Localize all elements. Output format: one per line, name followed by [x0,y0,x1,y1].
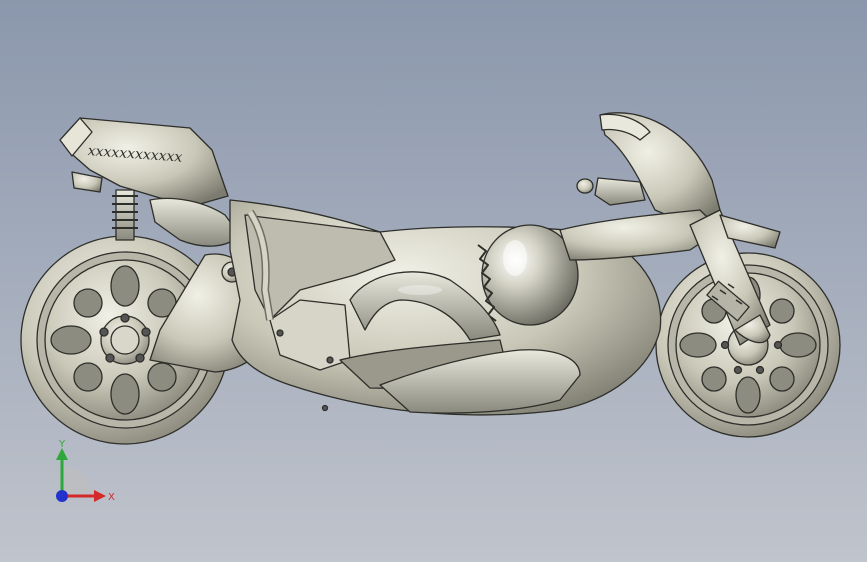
handlebar [576,177,646,206]
triad-plane [62,466,92,496]
graphics-viewport[interactable]: xxxxxxxxxxxx Y X [0,0,867,562]
motorcycle-model[interactable]: xxxxxxxxxxxx [0,0,867,562]
rear-exhaust [149,197,241,247]
coordinate-triad: Y X [56,439,115,503]
z-axis-dot [56,490,68,502]
rear-shock [112,189,138,241]
x-axis-label: X [108,492,115,503]
y-axis-label: Y [58,439,66,450]
